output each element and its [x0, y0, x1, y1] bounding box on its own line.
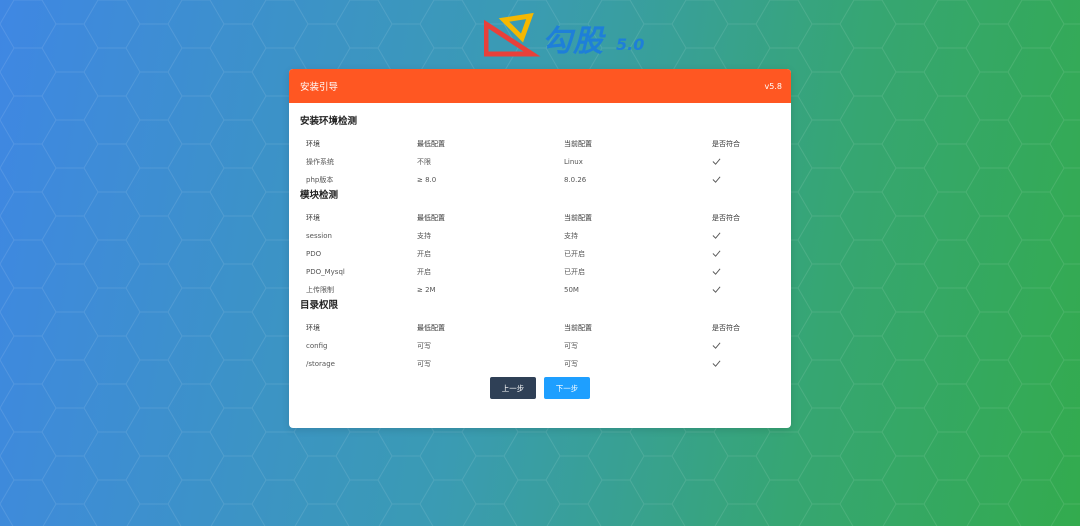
- check-icon: [706, 171, 780, 189]
- cell-min: ≥ 8.0: [417, 176, 437, 184]
- column-header: 环境: [306, 140, 320, 148]
- cell-current: 可写: [564, 342, 578, 350]
- cell-current: Linux: [564, 158, 583, 166]
- column-header: 环境: [306, 324, 320, 332]
- check-table: 环境 最低配置 当前配置 是否符合操作系统 不限 Linux php版本 ≥ 8.0 8.0.2…: [300, 135, 780, 189]
- check-icon: [706, 337, 780, 355]
- card-body: 安装环境检测 环境 最低配置 当前配置 是否符合 操作系统 不限 Linux php版本 ≥ 8.…: [289, 103, 791, 399]
- table-row: PDO_Mysql 开启 已开启: [300, 263, 780, 281]
- cell-current: 可写: [564, 360, 578, 368]
- check-table: 环境 最低配置 当前配置 是否符合 config 可写 可写/storage 可写 可写: [300, 319, 780, 373]
- cell-current: 50M: [564, 286, 579, 294]
- cell-current: 已开启: [564, 250, 585, 258]
- check-icon: [706, 245, 780, 263]
- column-header: 最低配置: [417, 324, 445, 332]
- column-header: 是否符合: [712, 324, 740, 332]
- cell-min: 开启: [417, 268, 431, 276]
- section-title: 安装环境检测: [300, 116, 358, 127]
- logo-version: 5.0: [616, 35, 645, 54]
- card-header: 安装引导 v5.8: [289, 69, 791, 103]
- cell-env: 上传限制: [306, 286, 334, 294]
- table-row: config 可写 可写: [300, 337, 780, 355]
- cell-env: /storage: [306, 360, 335, 368]
- section-title: 模块检测: [300, 190, 339, 201]
- cell-env: PDO_Mysql: [306, 268, 345, 276]
- column-header: 是否符合: [712, 140, 740, 148]
- cell-min: ≥ 2M: [417, 286, 436, 294]
- table-row: 上传限制 ≥ 2M 50M: [300, 281, 780, 299]
- cell-env: session: [306, 232, 332, 240]
- next-step-button[interactable]: 下一步: [544, 377, 590, 399]
- check-icon: [706, 153, 780, 171]
- table-row: php版本 ≥ 8.0 8.0.26: [300, 171, 780, 189]
- cell-current: 8.0.26: [564, 176, 587, 184]
- cell-env: config: [306, 342, 328, 350]
- check-icon: [706, 227, 780, 245]
- table-row: session 支持 支持: [300, 227, 780, 245]
- check-icon: [706, 263, 780, 281]
- cell-min: 可写: [417, 342, 431, 350]
- logo-text: 勾股: [542, 24, 604, 59]
- cell-min: 不限: [417, 158, 431, 166]
- button-row: 上一步 下一步: [300, 377, 780, 399]
- check-icon: [706, 355, 780, 373]
- column-header: 环境: [306, 214, 320, 222]
- cell-min: 可写: [417, 360, 431, 368]
- install-guide-card: 安装引导 v5.8 安装环境检测 环境 最低配置 当前配置 是否符合 操作系统 不限 Linu…: [289, 69, 791, 428]
- table-header-row: 环境 最低配置 当前配置 是否符合: [300, 135, 780, 153]
- column-header: 最低配置: [417, 214, 445, 222]
- version-label: v5.8: [764, 81, 782, 91]
- cell-current: 支持: [564, 232, 578, 240]
- cell-min: 开启: [417, 250, 431, 258]
- column-header: 当前配置: [564, 140, 592, 148]
- column-header: 当前配置: [564, 324, 592, 332]
- table-header-row: 环境 最低配置 当前配置 是否符合: [300, 209, 780, 227]
- table-row: PDO 开启 已开启: [300, 245, 780, 263]
- cell-env: php版本: [306, 176, 334, 184]
- cell-min: 支持: [417, 232, 431, 240]
- column-header: 当前配置: [564, 214, 592, 222]
- check-icon: [706, 281, 780, 299]
- column-header: 是否符合: [712, 214, 740, 222]
- cell-current: 已开启: [564, 268, 585, 276]
- prev-step-button[interactable]: 上一步: [490, 377, 536, 399]
- cell-env: 操作系统: [306, 158, 334, 166]
- cell-env: PDO: [306, 250, 322, 258]
- table-header-row: 环境 最低配置 当前配置 是否符合: [300, 319, 780, 337]
- section-title: 目录权限: [300, 300, 339, 311]
- column-header: 最低配置: [417, 140, 445, 148]
- page-title: 安装引导: [300, 82, 339, 93]
- check-table: 环境 最低配置 当前配置 是否符合 session 支持 支持 PDO 开启 已开启 PDO_Mys…: [300, 209, 780, 299]
- table-row: /storage 可写 可写: [300, 355, 780, 373]
- table-row: 操作系统 不限 Linux: [300, 153, 780, 171]
